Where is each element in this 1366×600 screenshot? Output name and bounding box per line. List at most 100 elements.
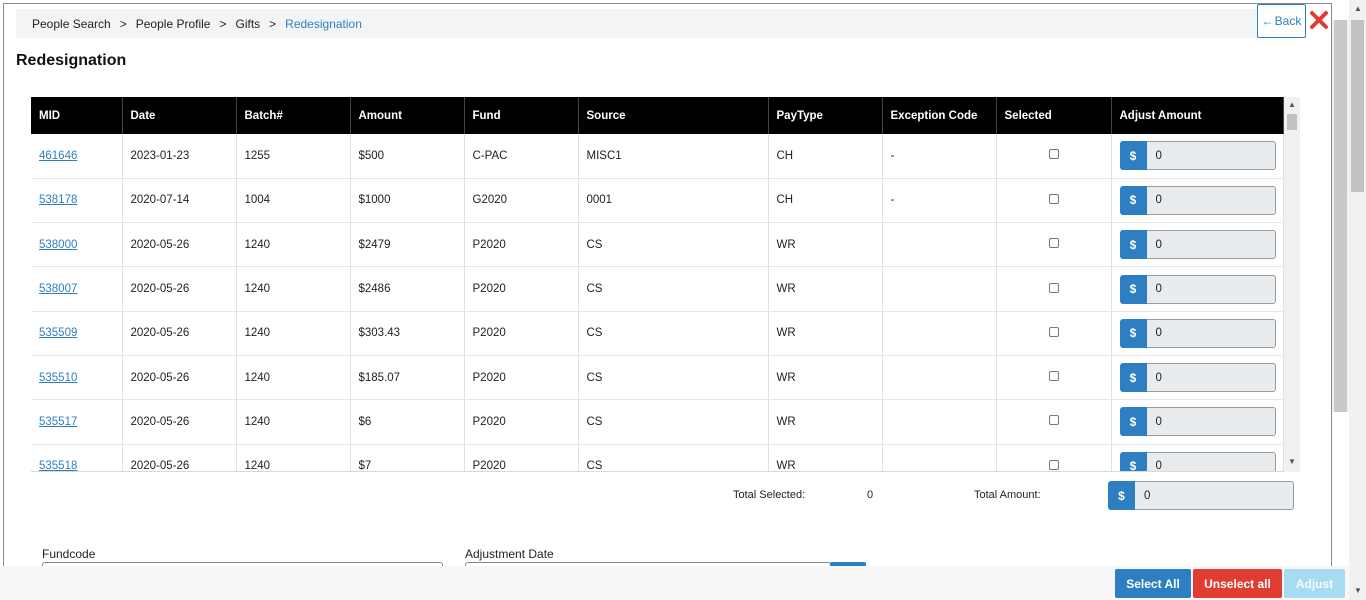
cell-paytype: WR xyxy=(768,355,883,401)
column-header-amount[interactable]: Amount xyxy=(350,97,465,134)
mid-link[interactable]: 535517 xyxy=(39,416,77,428)
modal-scrollbar[interactable] xyxy=(1332,20,1349,412)
cell-paytype: WR xyxy=(768,222,883,268)
dollar-icon: $ xyxy=(1119,407,1147,437)
scroll-down-icon[interactable]: ▼ xyxy=(1354,586,1362,595)
adjust-amount-input[interactable]: 0 xyxy=(1146,451,1276,471)
cell-exception-code xyxy=(882,355,997,401)
cell-exception-code xyxy=(882,266,997,312)
column-header-date[interactable]: Date xyxy=(122,97,237,134)
cell-exception-code xyxy=(882,222,997,268)
cell-fund: P2020 xyxy=(464,355,579,401)
scrollbar-thumb[interactable] xyxy=(1287,114,1297,130)
adjust-amount-input[interactable]: 0 xyxy=(1146,363,1276,393)
cell-adjust-amount: $0 xyxy=(1111,355,1284,401)
cell-selected xyxy=(996,134,1112,179)
table-scrollbar[interactable]: ▲ ▼ xyxy=(1284,97,1300,472)
fundcode-label: Fundcode xyxy=(42,547,96,561)
dollar-icon: $ xyxy=(1119,318,1147,348)
cell-fund: P2020 xyxy=(464,222,579,268)
cell-date: 2020-05-26 xyxy=(122,399,237,445)
scroll-down-icon[interactable]: ▼ xyxy=(1288,457,1296,466)
column-header-selected[interactable]: Selected xyxy=(996,97,1112,134)
cell-fund: P2020 xyxy=(464,311,579,356)
cell-date: 2020-05-26 xyxy=(122,311,237,356)
mid-link[interactable]: 538000 xyxy=(39,239,77,251)
breadcrumb-people-profile[interactable]: People Profile xyxy=(136,17,211,31)
select-checkbox[interactable] xyxy=(1048,415,1059,426)
breadcrumb-gifts[interactable]: Gifts xyxy=(235,17,260,31)
cell-mid: 535517 xyxy=(31,399,123,445)
column-header-exception-code[interactable]: Exception Code xyxy=(882,97,997,134)
mid-link[interactable]: 535518 xyxy=(39,460,77,471)
select-checkbox[interactable] xyxy=(1048,459,1059,470)
column-header-paytype[interactable]: PayType xyxy=(768,97,883,134)
adjust-amount-input[interactable]: 0 xyxy=(1146,185,1276,215)
cell-amount: $7 xyxy=(350,444,465,471)
column-header-batch[interactable]: Batch# xyxy=(236,97,351,134)
adjust-amount-input[interactable]: 0 xyxy=(1146,230,1276,260)
dollar-icon: $ xyxy=(1119,274,1147,304)
cell-selected xyxy=(996,444,1112,471)
adjust-amount-field: $0 xyxy=(1119,230,1276,260)
cell-source: MISC1 xyxy=(578,134,769,179)
breadcrumb-people-search[interactable]: People Search xyxy=(32,17,111,31)
scroll-up-icon[interactable]: ▲ xyxy=(1354,4,1362,13)
cell-exception-code: - xyxy=(882,178,997,224)
select-checkbox[interactable] xyxy=(1048,282,1059,293)
cell-paytype: WR xyxy=(768,444,883,471)
adjust-amount-field: $0 xyxy=(1119,363,1276,393)
cell-adjust-amount: $0 xyxy=(1111,222,1284,268)
column-header-mid[interactable]: MID xyxy=(31,97,123,134)
cell-selected xyxy=(996,266,1112,312)
adjust-amount-field: $0 xyxy=(1119,141,1276,171)
cell-mid: 538000 xyxy=(31,222,123,268)
mid-link[interactable]: 538178 xyxy=(39,194,77,206)
cell-adjust-amount: $0 xyxy=(1111,178,1284,224)
back-button[interactable]: ← Back xyxy=(1257,4,1306,38)
column-header-fund[interactable]: Fund xyxy=(464,97,579,134)
cell-batch: 1240 xyxy=(236,355,351,401)
table-row: 535509 2020-05-26 1240 $303.43 P2020 CS WR $0 xyxy=(31,311,1284,356)
mid-link[interactable]: 535510 xyxy=(39,372,77,384)
page-scrollbar-thumb[interactable] xyxy=(1351,20,1364,192)
select-all-button[interactable]: Select All xyxy=(1115,569,1191,598)
adjust-amount-input[interactable]: 0 xyxy=(1146,141,1276,171)
cell-date: 2023-01-23 xyxy=(122,134,237,179)
adjust-button[interactable]: Adjust xyxy=(1284,569,1345,598)
select-checkbox[interactable] xyxy=(1048,193,1059,204)
page-scrollbar[interactable]: ▲ ▼ xyxy=(1349,0,1366,600)
table-row: 538000 2020-05-26 1240 $2479 P2020 CS WR $0 xyxy=(31,222,1284,268)
cell-source: CS xyxy=(578,222,769,268)
cell-source: CS xyxy=(578,444,769,471)
adjust-amount-field: $0 xyxy=(1119,451,1276,471)
table-row: 461646 2023-01-23 1255 $500 C-PAC MISC1 CH - $0 xyxy=(31,134,1284,179)
cell-exception-code xyxy=(882,311,997,356)
select-checkbox[interactable] xyxy=(1048,326,1059,337)
gifts-table: MID Date Batch# Amount Fund Source PayType Exce… xyxy=(31,97,1284,471)
select-checkbox[interactable] xyxy=(1048,238,1059,249)
select-checkbox[interactable] xyxy=(1048,371,1059,382)
mid-link[interactable]: 461646 xyxy=(39,150,77,162)
cell-exception-code xyxy=(882,399,997,445)
select-checkbox[interactable] xyxy=(1048,149,1059,160)
adjust-amount-input[interactable]: 0 xyxy=(1146,407,1276,437)
total-amount-value: 0 xyxy=(1135,481,1294,510)
adjust-amount-input[interactable]: 0 xyxy=(1146,318,1276,348)
column-header-adjust-amount[interactable]: Adjust Amount xyxy=(1111,97,1284,134)
column-header-source[interactable]: Source xyxy=(578,97,769,134)
mid-link[interactable]: 538007 xyxy=(39,283,77,295)
cell-fund: P2020 xyxy=(464,266,579,312)
cell-selected xyxy=(996,178,1112,224)
cell-selected xyxy=(996,399,1112,445)
adjust-amount-field: $0 xyxy=(1119,318,1276,348)
breadcrumb-separator: > xyxy=(269,16,277,31)
close-icon[interactable] xyxy=(1309,10,1329,30)
cell-adjust-amount: $0 xyxy=(1111,266,1284,312)
adjust-amount-input[interactable]: 0 xyxy=(1146,274,1276,304)
cell-mid: 535510 xyxy=(31,355,123,401)
unselect-all-button[interactable]: Unselect all xyxy=(1193,569,1282,598)
scroll-up-icon[interactable]: ▲ xyxy=(1288,100,1296,109)
cell-selected xyxy=(996,311,1112,356)
mid-link[interactable]: 535509 xyxy=(39,327,77,339)
